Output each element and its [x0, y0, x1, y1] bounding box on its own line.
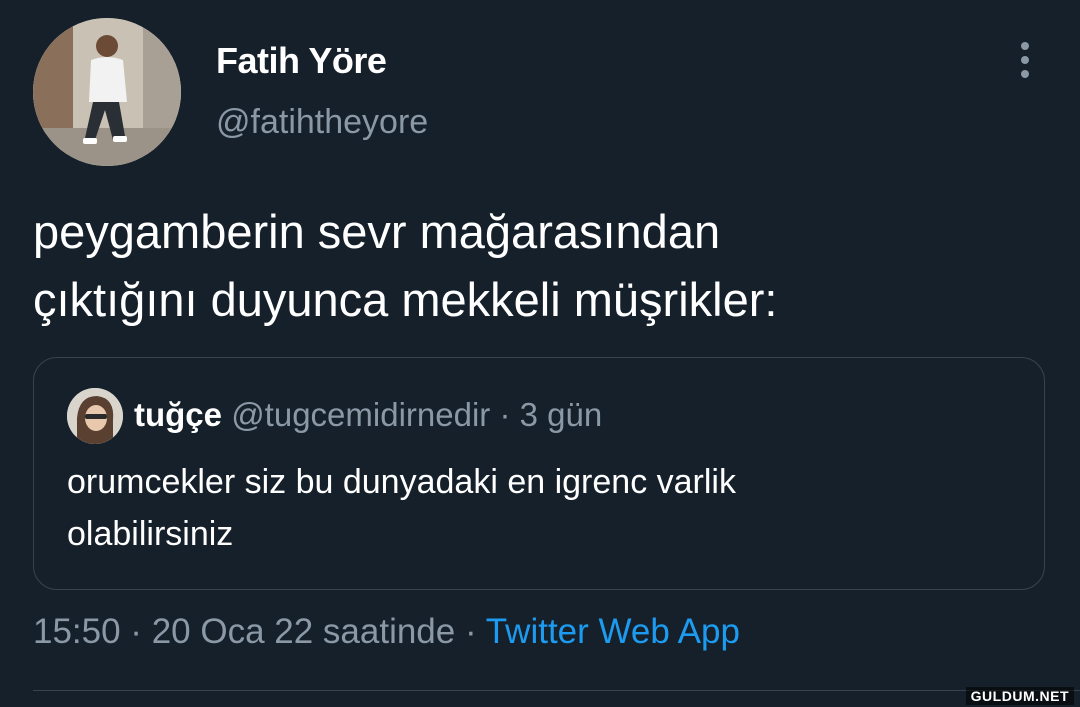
timestamp[interactable]: 15:50 · 20 Oca 22 saatinde: [33, 612, 455, 651]
divider: [33, 690, 1080, 691]
tweet-text: peygamberin sevr mağarasından çıktığını …: [33, 198, 1043, 334]
author-name[interactable]: Fatih Yöre: [216, 40, 387, 82]
quoted-author-handle[interactable]: @tugcemidirnedir: [231, 396, 490, 433]
tweet-meta: 15:50 · 20 Oca 22 saatinde · Twitter Web…: [33, 612, 740, 652]
quoted-text-line: orumcekler siz bu dunyadaki en igrenc va…: [67, 463, 736, 501]
author-photo: [33, 18, 181, 166]
author-handle[interactable]: @fatihtheyore: [216, 103, 428, 142]
author-avatar[interactable]: [33, 18, 181, 166]
quoted-text-line: olabilirsiniz: [67, 515, 234, 553]
quoted-tweet-card[interactable]: tuğçe @tugcemidirnedir · 3 gün orumcekle…: [33, 357, 1045, 590]
quoted-author-name[interactable]: tuğçe: [134, 396, 222, 433]
source-link[interactable]: Twitter Web App: [486, 612, 740, 651]
tweet-text-line: peygamberin sevr mağarasından: [33, 205, 721, 258]
quoted-tweet-text: orumcekler siz bu dunyadaki en igrenc va…: [67, 456, 1007, 560]
meta-separator: ·: [455, 612, 486, 651]
more-options-button[interactable]: [1012, 42, 1038, 82]
more-vertical-icon: [1012, 42, 1038, 78]
quoted-author-avatar[interactable]: [67, 388, 123, 444]
quoted-header: tuğçe @tugcemidirnedir · 3 gün: [134, 396, 602, 434]
watermark: GULDUM.NET: [965, 687, 1074, 705]
quoted-time-ago: · 3 gün: [490, 396, 603, 433]
quoted-author-photo: [67, 388, 123, 444]
tweet-text-line: çıktığını duyunca mekkeli müşrikler:: [33, 273, 778, 326]
